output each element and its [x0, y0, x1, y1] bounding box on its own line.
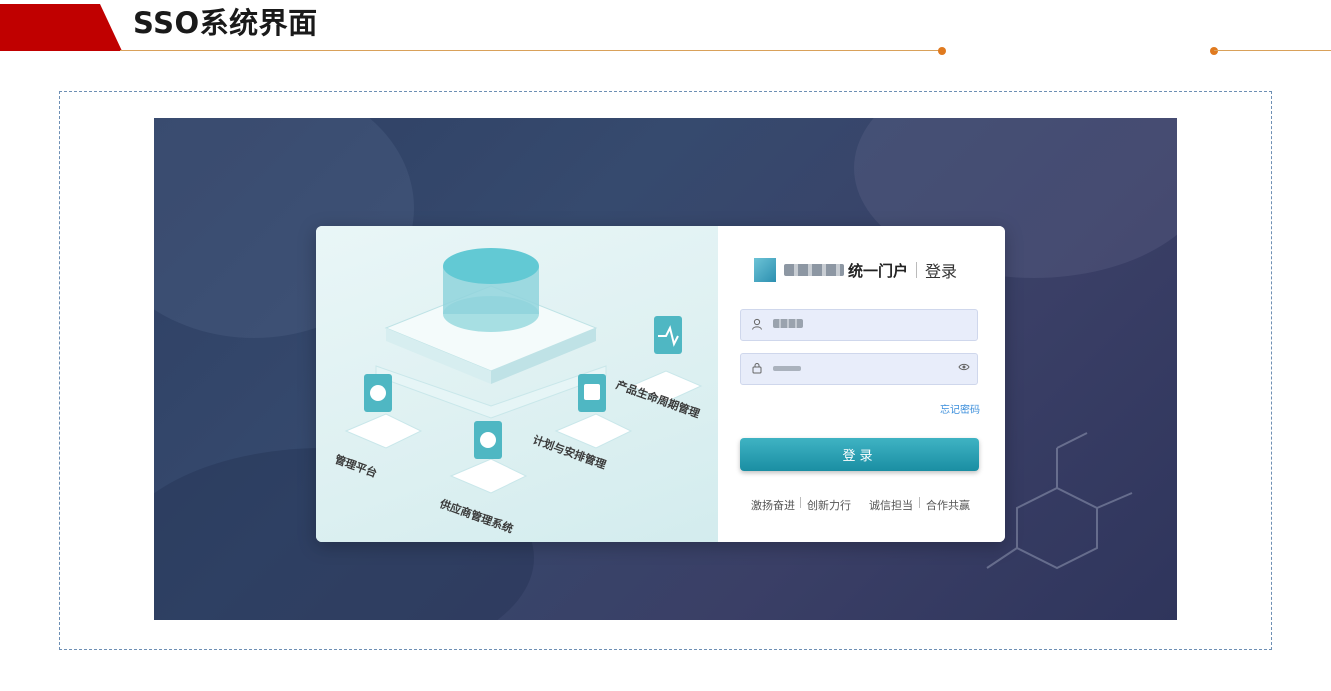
login-button[interactable]: 登录	[740, 438, 979, 471]
portal-name: 统一门户	[848, 261, 909, 280]
sso-login-screen: 产品生命周期管理 计划与安排管理 供应商管理系统 管理平台 统一门户 登录 忘记…	[154, 118, 1177, 620]
lock-icon	[751, 362, 763, 377]
slogan-item: 诚信担当	[869, 499, 913, 512]
company-logo	[754, 258, 776, 282]
brand-header: 统一门户 登录	[754, 258, 957, 282]
password-field[interactable]	[740, 353, 978, 385]
slogan-item: 创新力行	[807, 499, 851, 512]
user-icon	[751, 318, 763, 333]
slogan-divider	[919, 497, 920, 508]
isometric-platform-graphic	[344, 248, 703, 494]
slide-title: SSO系统界面	[133, 6, 318, 40]
login-card: 产品生命周期管理 计划与安排管理 供应商管理系统 管理平台 统一门户 登录 忘记…	[316, 226, 1005, 542]
login-title: 登录	[925, 262, 958, 281]
username-value-redacted	[773, 319, 803, 328]
platform-illustration: 产品生命周期管理 计划与安排管理 供应商管理系统 管理平台	[316, 226, 718, 542]
redacted-company-name	[784, 264, 844, 276]
forgot-password-link[interactable]: 忘记密码	[940, 401, 980, 416]
username-field[interactable]	[740, 309, 978, 341]
title-rule-line-right	[1214, 50, 1331, 51]
slogan-item: 激扬奋进	[751, 499, 795, 512]
title-rule-dot-right	[1210, 47, 1218, 55]
slogan-item: 合作共赢	[926, 499, 970, 512]
title-rule-dot-left	[938, 47, 946, 55]
password-value-masked	[773, 363, 801, 371]
title-accent-tab	[0, 4, 122, 51]
title-rule-line	[120, 50, 942, 51]
brand-divider	[916, 262, 918, 278]
slogan-divider	[800, 497, 801, 508]
eye-icon[interactable]	[958, 362, 970, 375]
login-form: 统一门户 登录 忘记密码 登录 激扬奋进 创新力行 诚信担当 合作共赢	[718, 226, 1005, 542]
